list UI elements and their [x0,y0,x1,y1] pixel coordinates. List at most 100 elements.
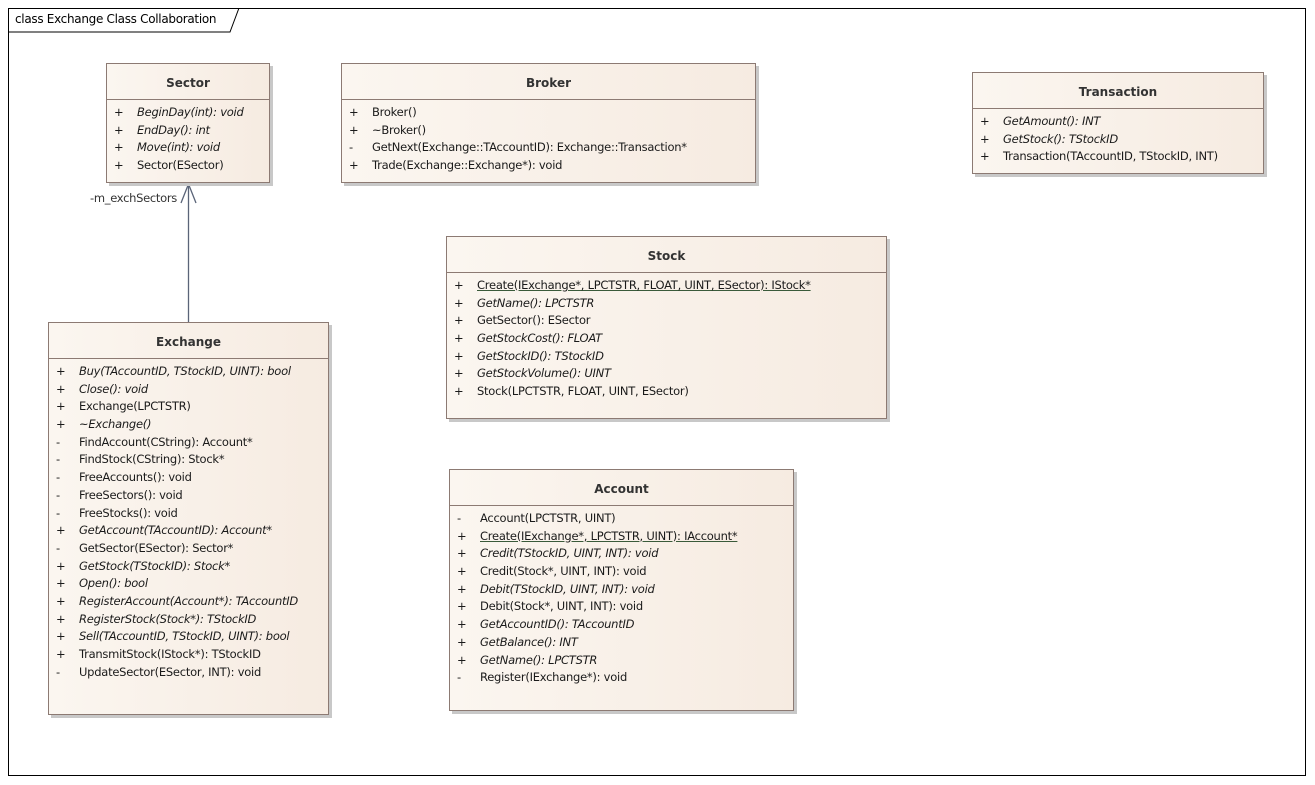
operation-row[interactable]: + GetStockVolume(): UINT [447,365,886,383]
operation-signature: FindStock(CString): Stock* [79,452,225,467]
visibility-marker: + [457,564,467,579]
class-transaction[interactable]: Transaction + GetAmount(): INT + GetStock()… [972,72,1264,174]
operation-row[interactable]: + GetStock(TStockID): Stock* [49,558,328,576]
operation-signature: GetStockVolume(): UINT [477,366,611,381]
visibility-marker: + [454,366,464,381]
operation-row[interactable]: + Move(int): void [107,139,269,157]
operation-row[interactable]: + GetSector(): ESector [447,312,886,330]
operation-signature: GetStockID(): TStockID [477,348,604,363]
operation-row[interactable]: + EndDay(): int [107,122,269,140]
class-sector[interactable]: Sector + BeginDay(int): void + EndDay(): in… [106,63,270,183]
operation-row[interactable]: + Credit(Stock*, UINT, INT): void [450,563,793,581]
operation-row[interactable]: + Trade(Exchange::Exchange*): void [342,157,755,175]
operation-row[interactable]: - FreeSectors(): void [49,487,328,505]
operation-signature: Credit(Stock*, UINT, INT): void [480,564,647,579]
operation-row[interactable]: + Sector(ESector) [107,157,269,175]
operation-row[interactable]: + Debit(Stock*, UINT, INT): void [450,598,793,616]
operation-row[interactable]: + Credit(TStockID, UINT, INT): void [450,545,793,563]
visibility-marker: + [980,114,990,128]
visibility-marker: - [56,434,60,449]
operation-row[interactable]: - Register(IExchange*): void [450,669,793,687]
operation-signature: Debit(Stock*, UINT, INT): void [480,599,643,614]
operation-row[interactable]: - FreeAccounts(): void [49,469,328,487]
operation-signature: UpdateSector(ESector, INT): void [79,664,262,679]
operation-row[interactable]: - FreeStocks(): void [49,505,328,523]
class-name: Account [450,470,793,506]
operation-row[interactable]: + Broker() [342,104,755,122]
operation-row[interactable]: + TransmitStock(IStock*): TStockID [49,646,328,664]
operation-row[interactable]: + Transaction(TAccountID, TStockID, INT) [973,148,1263,166]
operation-row[interactable]: + GetAccount(TAccountID): Account* [49,522,328,540]
operation-row[interactable]: + ~Exchange() [49,416,328,434]
operation-signature: Transaction(TAccountID, TStockID, INT) [1003,149,1218,164]
operation-signature: GetSector(ESector): Sector* [79,540,234,555]
operation-signature: Move(int): void [137,140,220,155]
operation-signature: Sell(TAccountID, TStockID, UINT): bool [79,629,290,644]
operation-row[interactable]: + GetStockCost(): FLOAT [447,330,886,348]
operation-row[interactable]: - GetNext(Exchange::TAccountID): Exchange… [342,139,755,157]
class-stock[interactable]: Stock + Create(IExchange*, LPCTSTR, FLOAT… [446,236,887,419]
operation-row[interactable]: - Account(LPCTSTR, UINT) [450,510,793,528]
visibility-marker: + [454,384,464,399]
operations-compartment: + Buy(TAccountID, TStockID, UINT): bool + C… [49,359,328,681]
operation-signature: ~Exchange() [79,417,152,432]
operation-signature: GetBalance(): INT [480,634,578,649]
operation-row[interactable]: + GetStockID(): TStockID [447,348,886,366]
operation-row[interactable]: + RegisterStock(Stock*): TStockID [49,611,328,629]
operation-row[interactable]: + GetStock(): TStockID [973,131,1263,149]
visibility-marker: - [349,140,353,155]
operation-row[interactable]: - FindAccount(CString): Account* [49,434,328,452]
class-name: Broker [342,64,755,100]
visibility-marker: + [114,122,124,137]
operation-row[interactable]: - GetSector(ESector): Sector* [49,540,328,558]
visibility-marker: - [56,505,60,520]
visibility-marker: + [457,652,467,667]
operation-signature: Create(IExchange*, LPCTSTR, UINT): IAcco… [480,528,738,543]
operation-row[interactable]: + GetName(): LPCTSTR [447,295,886,313]
class-exchange[interactable]: Exchange + Buy(TAccountID, TStockID, UINT… [48,322,329,715]
visibility-marker: + [457,599,467,614]
operation-signature: RegisterAccount(Account*): TAccountID [79,593,298,608]
operation-row[interactable]: + RegisterAccount(Account*): TAccountID [49,593,328,611]
operation-row[interactable]: + Exchange(LPCTSTR) [49,398,328,416]
visibility-marker: + [56,364,66,378]
operation-signature: GetStock(): TStockID [1003,131,1118,146]
operation-signature: GetNext(Exchange::TAccountID): Exchange:… [372,140,687,155]
operation-row[interactable]: + ~Broker() [342,122,755,140]
operation-row[interactable]: + GetName(): LPCTSTR [450,652,793,670]
visibility-marker: - [457,670,461,685]
operation-row[interactable]: + Open(): bool [49,575,328,593]
operation-signature: ~Broker() [372,122,426,137]
visibility-marker: + [349,122,359,137]
visibility-marker: - [56,540,60,555]
operation-signature: FreeSectors(): void [79,487,183,502]
operation-row[interactable]: + Buy(TAccountID, TStockID, UINT): bool [49,363,328,381]
operation-signature: Create(IExchange*, LPCTSTR, FLOAT, UINT,… [477,278,811,292]
class-name: Exchange [49,323,328,359]
operation-signature: GetAccountID(): TAccountID [480,617,635,632]
operation-row[interactable]: + Stock(LPCTSTR, FLOAT, UINT, ESector) [447,383,886,401]
operation-row[interactable]: + GetAmount(): INT [973,113,1263,131]
class-account[interactable]: Account - Account(LPCTSTR, UINT) + Create(I… [449,469,794,711]
operation-row[interactable]: + Debit(TStockID, UINT, INT): void [450,581,793,599]
operation-row[interactable]: + Create(IExchange*, LPCTSTR, FLOAT, UINT… [447,277,886,295]
operation-row[interactable]: + BeginDay(int): void [107,104,269,122]
class-broker[interactable]: Broker + Broker() + ~Broker() - GetNext(Excha… [341,63,756,183]
operation-signature: FreeAccounts(): void [79,470,192,485]
operation-row[interactable]: - FindStock(CString): Stock* [49,451,328,469]
visibility-marker: + [454,295,464,310]
operation-row[interactable]: + GetAccountID(): TAccountID [450,616,793,634]
operation-row[interactable]: + GetBalance(): INT [450,634,793,652]
operations-compartment: + GetAmount(): INT + GetStock(): TStockID + T… [973,109,1263,166]
operation-row[interactable]: + Sell(TAccountID, TStockID, UINT): bool [49,628,328,646]
operation-row[interactable]: + Create(IExchange*, LPCTSTR, UINT): IAcc… [450,528,793,546]
operation-signature: GetAccount(TAccountID): Account* [79,523,272,538]
operation-signature: Buy(TAccountID, TStockID, UINT): bool [79,364,291,378]
operation-row[interactable]: + Close(): void [49,381,328,399]
operations-compartment: + BeginDay(int): void + EndDay(): int + Move(… [107,100,269,175]
operations-compartment: + Create(IExchange*, LPCTSTR, FLOAT, UINT… [447,273,886,401]
operation-row[interactable]: - UpdateSector(ESector, INT): void [49,664,328,682]
visibility-marker: + [56,629,66,644]
visibility-marker: + [56,523,66,538]
visibility-marker: + [457,546,467,561]
